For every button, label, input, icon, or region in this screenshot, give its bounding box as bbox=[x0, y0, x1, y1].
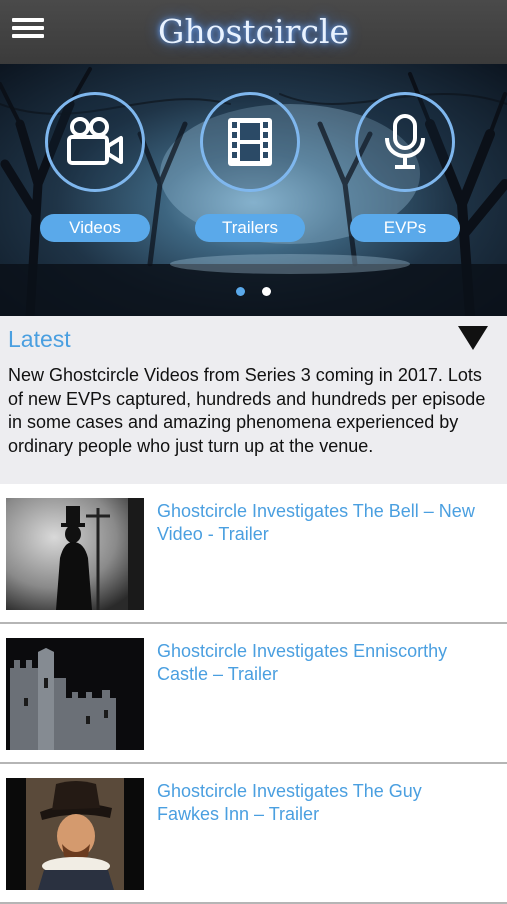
carousel-page-indicator[interactable] bbox=[0, 283, 507, 301]
category-evps-button[interactable]: EVPs bbox=[350, 214, 460, 242]
page-dot-active[interactable] bbox=[236, 287, 246, 296]
category-evps-ring bbox=[355, 92, 455, 192]
app-title: Ghostcircle bbox=[157, 12, 350, 51]
list-item[interactable]: Ghostcircle Investigates The Bell – New … bbox=[0, 484, 507, 624]
category-videos-button[interactable]: Videos bbox=[40, 214, 150, 242]
category-videos[interactable]: Videos bbox=[40, 92, 150, 242]
category-videos-ring bbox=[45, 92, 145, 192]
video-title[interactable]: Ghostcircle Investigates The Bell – New … bbox=[157, 500, 487, 545]
video-camera-icon bbox=[67, 117, 123, 165]
video-title[interactable]: Ghostcircle Investigates The Guy Fawkes … bbox=[157, 780, 487, 825]
hero-carousel[interactable]: Videos Trailers EVPs bbox=[0, 64, 507, 316]
latest-section: Latest New Ghostcircle Videos from Serie… bbox=[0, 316, 507, 484]
category-trailers-button[interactable]: Trailers bbox=[195, 214, 305, 242]
category-trailers-ring bbox=[200, 92, 300, 192]
page-dot[interactable] bbox=[261, 287, 271, 296]
dark-silhouette-top-hat-thumbnail bbox=[6, 498, 144, 610]
latest-news-text: New Ghostcircle Videos from Series 3 com… bbox=[8, 365, 486, 456]
triangle-down-icon[interactable] bbox=[458, 326, 488, 350]
film-strip-icon bbox=[228, 118, 272, 166]
top-app-bar: Ghostcircle bbox=[0, 0, 507, 64]
castle-at-night-thumbnail bbox=[6, 638, 144, 750]
category-evps[interactable]: EVPs bbox=[350, 92, 460, 242]
category-trailers[interactable]: Trailers bbox=[195, 92, 305, 242]
list-item[interactable]: Ghostcircle Investigates Enniscorthy Cas… bbox=[0, 624, 507, 764]
microphone-icon bbox=[385, 114, 425, 169]
guy-fawkes-portrait-thumbnail bbox=[6, 778, 144, 890]
video-title[interactable]: Ghostcircle Investigates Enniscorthy Cas… bbox=[157, 640, 487, 685]
latest-heading: Latest bbox=[8, 326, 71, 352]
list-item[interactable]: Ghostcircle Investigates The Guy Fawkes … bbox=[0, 764, 507, 904]
